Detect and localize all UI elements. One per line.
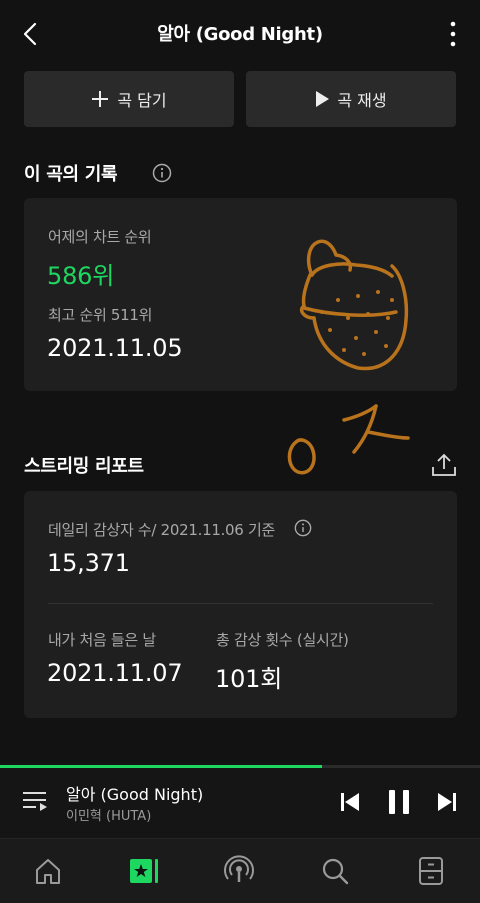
search-icon [322, 858, 349, 885]
total-plays-value: 101회 [215, 665, 283, 693]
add-song-label: 곡 담기 [117, 91, 167, 110]
playlist-icon[interactable] [22, 790, 48, 814]
streaming-report-card: 데일리 감상자 수/ 2021.11.06 기준 15,371 내가 처음 들은… [24, 491, 457, 718]
tab-home[interactable] [28, 849, 68, 893]
daily-listeners-value: 15,371 [47, 549, 130, 577]
info-icon[interactable] [152, 163, 172, 183]
previous-track-icon[interactable] [340, 792, 360, 812]
streaming-section-title: 스트리밍 리포트 [24, 456, 144, 477]
top-bar: 알아 (Good Night) [0, 0, 480, 66]
play-song-label: 곡 재생 [337, 91, 387, 110]
best-rank-label: 최고 순위 511위 [48, 306, 153, 324]
record-section-title: 이 곡의 기록 [24, 164, 118, 185]
add-song-button[interactable]: 곡 담기 [24, 71, 234, 127]
tab-storage[interactable] [411, 849, 451, 893]
page-title: 알아 (Good Night) [157, 24, 323, 45]
daily-listeners-label: 데일리 감상자 수/ 2021.11.06 기준 [48, 521, 276, 539]
first-listen-value: 2021.11.07 [47, 659, 183, 687]
home-icon [36, 859, 60, 884]
info-icon[interactable] [294, 519, 312, 537]
podcast-icon [224, 855, 254, 882]
share-icon[interactable] [431, 452, 457, 478]
my-music-star-icon [130, 859, 158, 883]
first-listen-label: 내가 처음 들은 날 [48, 631, 156, 649]
more-options-icon[interactable] [448, 20, 458, 48]
next-track-icon[interactable] [437, 792, 457, 812]
tab-podcast[interactable] [219, 849, 259, 893]
tab-my-music[interactable] [124, 849, 164, 893]
mini-player[interactable]: 알아 (Good Night) 이민혁 (HUTA) [0, 768, 480, 838]
tab-search[interactable] [315, 849, 355, 893]
now-playing-title: 알아 (Good Night) [66, 785, 204, 804]
play-song-button[interactable]: 곡 재생 [246, 71, 456, 127]
chart-record-card: 어제의 차트 순위 586위 최고 순위 511위 2021.11.05 [24, 198, 457, 391]
plus-icon [92, 91, 109, 107]
chart-rank-value: 586위 [47, 262, 115, 290]
bottom-tab-bar [0, 838, 480, 903]
chart-rank-label: 어제의 차트 순위 [48, 228, 152, 246]
now-playing-artist: 이민혁 (HUTA) [66, 809, 152, 824]
divider [48, 603, 433, 604]
play-icon [316, 91, 330, 107]
total-plays-label: 총 감상 횟수 (실시간) [216, 631, 349, 649]
best-rank-date: 2021.11.05 [47, 334, 183, 362]
pause-icon[interactable] [387, 789, 411, 815]
storage-drawer-icon [419, 857, 443, 885]
